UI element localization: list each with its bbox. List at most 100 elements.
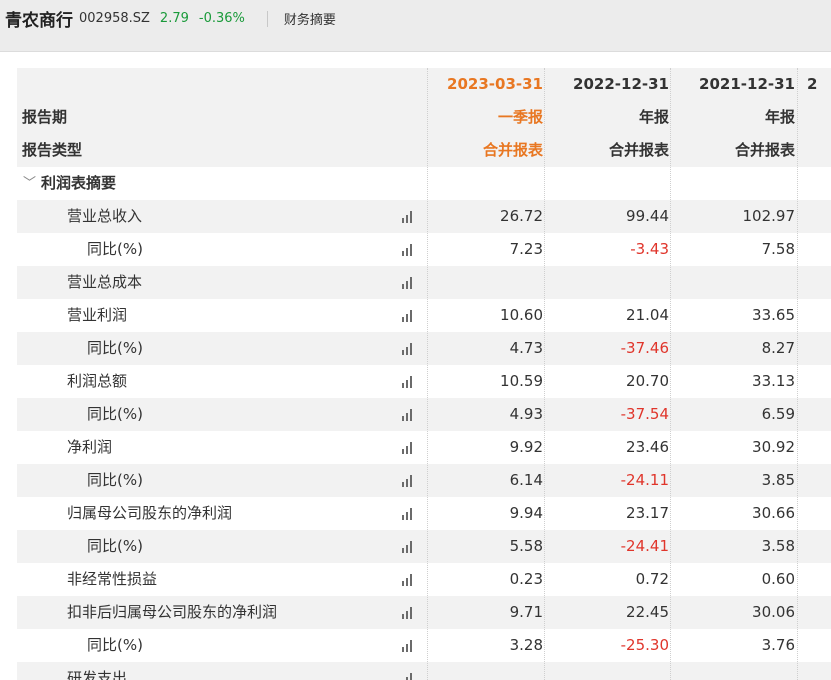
column-type-1: 合并报表 (482, 141, 543, 159)
row-label: 扣非后归属母公司股东的净利润 (67, 603, 278, 621)
table-row[interactable]: 同比(%) 4.93 -37.54 6.59 (17, 398, 831, 431)
value-cell: 30.66 (752, 504, 795, 522)
value-cell: 22.45 (626, 603, 669, 621)
column-date-2[interactable]: 2022-12-31 (545, 68, 669, 101)
stock-price: 2.79 (159, 11, 189, 26)
tab-financial-summary[interactable]: 财务摘要 (284, 9, 336, 28)
value-cell: 20.70 (626, 372, 669, 390)
column-divider (797, 68, 798, 680)
value-cell: 30.06 (752, 603, 795, 621)
value-cell: 3.76 (761, 636, 795, 654)
section-title: 利润表摘要 (41, 174, 117, 192)
table-row[interactable]: 研发支出 (17, 662, 831, 680)
bar-chart-icon[interactable] (397, 431, 417, 464)
value-cell (545, 266, 669, 299)
value-cell: 9.92 (509, 438, 543, 456)
bar-chart-icon[interactable] (397, 365, 417, 398)
table-row[interactable]: 营业总成本 (17, 266, 831, 299)
section-row-income[interactable]: ﹀ 利润表摘要 (17, 167, 831, 200)
row-label: 同比(%) (87, 405, 143, 423)
row-label: 净利润 (67, 438, 113, 456)
row-label: 同比(%) (87, 471, 143, 489)
table-row[interactable]: 同比(%) 6.14 -24.11 3.85 (17, 464, 831, 497)
value-cell: 9.71 (509, 603, 543, 621)
value-cell: 23.46 (626, 438, 669, 456)
bar-chart-icon[interactable] (397, 200, 417, 233)
row-label: 营业利润 (67, 306, 128, 324)
value-cell: -24.11 (620, 471, 669, 489)
row-label: 同比(%) (87, 339, 143, 357)
value-cell (671, 662, 795, 680)
bar-chart-icon[interactable] (397, 464, 417, 497)
bar-chart-icon[interactable] (397, 563, 417, 596)
row-label: 利润总额 (67, 372, 128, 390)
value-cell: 8.27 (761, 339, 795, 357)
value-cell: 3.58 (761, 537, 795, 555)
value-cell: 9.94 (509, 504, 543, 522)
bar-chart-icon[interactable] (397, 497, 417, 530)
value-cell: 0.23 (509, 570, 543, 588)
row-label: 同比(%) (87, 240, 143, 258)
bar-chart-icon[interactable] (397, 233, 417, 266)
row-label: 研发支出 (67, 669, 128, 680)
table-row[interactable]: 归属母公司股东的净利润 9.94 23.17 30.66 (17, 497, 831, 530)
table-row[interactable]: 同比(%) 5.58 -24.41 3.58 (17, 530, 831, 563)
value-cell: 3.28 (509, 636, 543, 654)
value-cell: -37.54 (620, 405, 669, 423)
table-row[interactable]: 利润总额 10.59 20.70 33.13 (17, 365, 831, 398)
value-cell: 102.97 (742, 207, 796, 225)
stock-change: -0.36% (198, 11, 245, 26)
value-cell: -37.46 (620, 339, 669, 357)
bar-chart-icon[interactable] (397, 530, 417, 563)
divider (266, 10, 268, 27)
value-cell: 33.65 (752, 306, 795, 324)
table-row[interactable]: 营业利润 10.60 21.04 33.65 (17, 299, 831, 332)
header-row-date: 2023-03-31 2022-12-31 2021-12-31 2 (17, 68, 831, 101)
table-row[interactable]: 同比(%) 7.23 -3.43 7.58 (17, 233, 831, 266)
value-cell (429, 662, 543, 680)
value-cell: 0.60 (761, 570, 795, 588)
column-type-2: 合并报表 (608, 141, 669, 159)
column-divider (544, 68, 545, 680)
column-divider (427, 68, 428, 680)
value-cell: 5.58 (509, 537, 543, 555)
bar-chart-icon[interactable] (397, 629, 417, 662)
row-label: 非经常性损益 (67, 570, 158, 588)
table-row[interactable]: 同比(%) 3.28 -25.30 3.76 (17, 629, 831, 662)
value-cell: 4.93 (509, 405, 543, 423)
bar-chart-icon[interactable] (397, 266, 417, 299)
value-cell: 33.13 (752, 372, 795, 390)
bar-chart-icon[interactable] (397, 299, 417, 332)
bar-chart-icon[interactable] (397, 596, 417, 629)
value-cell: 99.44 (626, 207, 669, 225)
value-cell: 0.72 (635, 570, 669, 588)
row-label: 营业总收入 (67, 207, 143, 225)
value-cell (429, 266, 543, 299)
top-bar: 青农商行 002958.SZ 2.79 -0.36% 财务摘要 (0, 0, 831, 52)
value-cell (545, 662, 669, 680)
row-label: 营业总成本 (67, 273, 143, 291)
table-row[interactable]: 扣非后归属母公司股东的净利润 9.71 22.45 30.06 (17, 596, 831, 629)
column-date-4[interactable]: 2 (807, 68, 831, 101)
table-row[interactable]: 营业总收入 26.72 99.44 102.97 (17, 200, 831, 233)
value-cell: 4.73 (509, 339, 543, 357)
table-row[interactable]: 同比(%) 4.73 -37.46 8.27 (17, 332, 831, 365)
table-row[interactable]: 非经常性损益 0.23 0.72 0.60 (17, 563, 831, 596)
bar-chart-icon[interactable] (397, 398, 417, 431)
column-report-2: 年报 (638, 108, 669, 126)
column-type-3: 合并报表 (734, 141, 795, 159)
bar-chart-icon[interactable] (397, 662, 417, 680)
header-row-period: 报告期 一季报 年报 年报 (17, 101, 831, 134)
table-row[interactable]: 净利润 9.92 23.46 30.92 (17, 431, 831, 464)
column-date-3[interactable]: 2021-12-31 (671, 68, 795, 101)
chevron-down-icon[interactable]: ﹀ (23, 167, 36, 200)
value-cell: 7.23 (509, 240, 543, 258)
value-cell: 30.92 (752, 438, 795, 456)
value-cell (671, 266, 795, 299)
column-report-3: 年报 (764, 108, 795, 126)
value-cell: 10.60 (500, 306, 543, 324)
bar-chart-icon[interactable] (397, 332, 417, 365)
column-date-1[interactable]: 2023-03-31 (429, 68, 543, 101)
report-type-label: 报告类型 (22, 141, 83, 159)
row-label: 同比(%) (87, 636, 143, 654)
